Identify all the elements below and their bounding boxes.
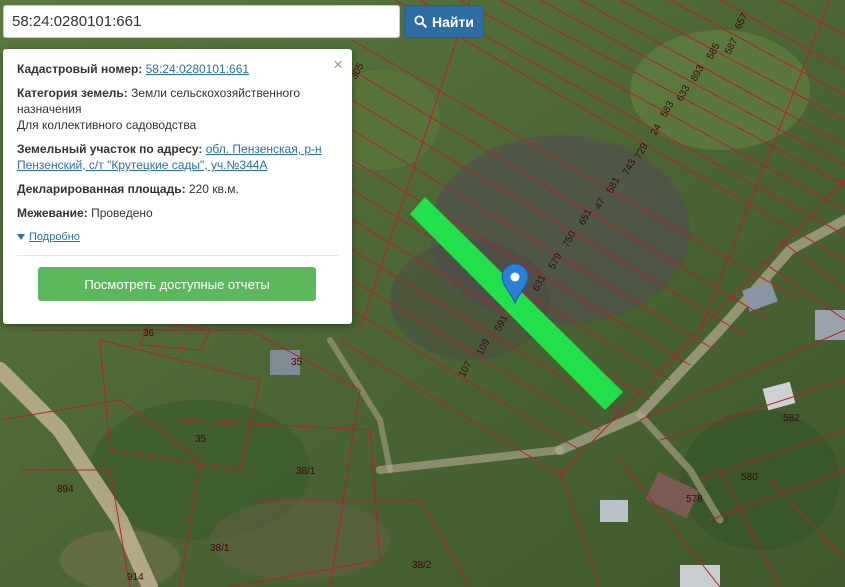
parcel-label: 35 — [195, 434, 207, 445]
search-input[interactable]: 58:24:0280101:661 — [3, 5, 400, 38]
parcel-label: 582 — [783, 413, 800, 424]
cadastral-number-row: Кадастровый номер: 58:24:0280101:661 — [17, 61, 338, 77]
survey-row: Межевание: Проведено — [17, 205, 338, 221]
details-link[interactable]: Подробно — [29, 231, 80, 243]
parcel-label: 914 — [127, 572, 144, 583]
parcel-label: 38/1 — [210, 543, 230, 554]
land-category-row: Категория земель: Земли сельскохозяйстве… — [17, 85, 338, 133]
parcel-label: 580 — [741, 472, 758, 483]
cadastral-number-label: Кадастровый номер: — [17, 62, 143, 76]
search-button-label: Найти — [432, 13, 474, 30]
triangle-down-icon — [17, 234, 25, 240]
parcel-label: 38/1 — [296, 466, 316, 477]
close-icon[interactable]: × — [333, 55, 343, 75]
search-button[interactable]: Найти — [404, 5, 484, 38]
land-category-label: Категория земель: — [17, 86, 128, 100]
parcel-label: 36 — [143, 328, 155, 339]
address-row: Земельный участок по адресу: обл. Пензен… — [17, 141, 338, 173]
declared-area-label: Декларированная площадь: — [17, 182, 186, 196]
cadastral-number-link[interactable]: 58:24:0280101:661 — [146, 62, 249, 76]
parcel-label: 578 — [686, 494, 703, 505]
popup-divider — [17, 255, 338, 256]
declared-area-value: 220 кв.м. — [188, 182, 239, 196]
parcel-label: 894 — [57, 484, 74, 495]
land-usage-value: Для коллективного садоводства — [17, 118, 197, 132]
view-reports-button[interactable]: Посмотреть доступные отчеты — [38, 267, 316, 301]
survey-value: Проведено — [91, 206, 153, 220]
survey-label: Межевание: — [17, 206, 88, 220]
parcel-label: 38/2 — [412, 560, 432, 571]
parcel-label: 35 — [291, 357, 303, 368]
declared-area-row: Декларированная площадь: 220 кв.м. — [17, 181, 338, 197]
details-toggle[interactable]: Подробно — [17, 231, 338, 243]
parcel-info-popup: × Кадастровый номер: 58:24:0280101:661 К… — [3, 49, 352, 324]
search-icon — [414, 15, 427, 28]
address-label: Земельный участок по адресу: — [17, 142, 203, 156]
